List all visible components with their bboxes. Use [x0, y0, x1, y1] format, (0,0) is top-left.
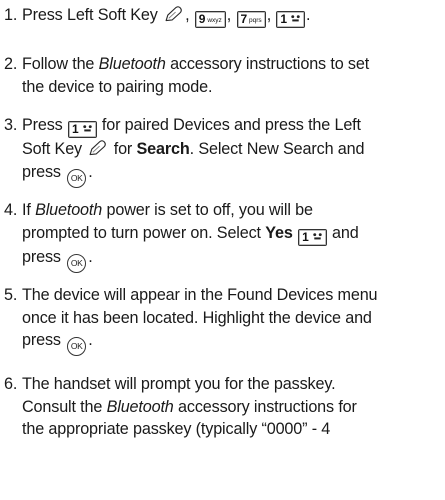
- step-2: 2. Follow the Bluetooth accessory instru…: [4, 53, 436, 98]
- emphasis-bluetooth: Bluetooth: [106, 397, 174, 416]
- step-text: Press: [22, 116, 63, 134]
- key-1-icon: 1: [298, 228, 327, 246]
- step-text: the device to pairing mode.: [22, 77, 213, 96]
- step-number: 2.: [4, 55, 18, 73]
- step-text: The device will appear in the Found Devi…: [22, 286, 378, 304]
- step-text: accessory instructions to set: [170, 55, 370, 73]
- ok-key-icon: OK: [67, 168, 87, 188]
- voicemail-icon: [290, 14, 301, 23]
- separator: ,: [266, 6, 272, 24]
- step-text: If: [22, 201, 31, 219]
- step-5: 5. The device will appear in the Found D…: [4, 284, 436, 356]
- step-end: .: [305, 6, 311, 24]
- step-text: power is set to off, you will be: [106, 201, 313, 219]
- step-text: press: [22, 247, 61, 266]
- step-number: 4.: [4, 201, 18, 219]
- step-text: press: [22, 331, 61, 349]
- emphasis-yes: Yes: [265, 223, 293, 242]
- instruction-page: 1. Press Left Soft Key , 9 wxyz, 7 pqrs, 1…: [0, 0, 445, 500]
- step-number: 6.: [4, 375, 18, 393]
- step-end: .: [88, 331, 93, 349]
- key-label: 1: [280, 12, 287, 26]
- key-sub-label: wxyz: [207, 17, 222, 24]
- step-text: Press Left Soft Key: [22, 6, 158, 24]
- step-text: Consult the: [22, 397, 103, 416]
- emphasis-bluetooth: Bluetooth: [98, 55, 166, 73]
- voicemail-icon: [82, 124, 93, 133]
- ok-key-icon: OK: [67, 253, 87, 273]
- key-label: 7: [240, 12, 248, 26]
- step-1: 1. Press Left Soft Key , 9 wxyz, 7 pqrs, 1…: [4, 4, 436, 28]
- voicemail-icon: [312, 232, 323, 241]
- step-4: 4. If Bluetooth power is set to off, you…: [4, 199, 436, 273]
- step-number: 5.: [4, 286, 18, 304]
- step-text: The handset will prompt you for the pass…: [22, 375, 336, 393]
- step-end: .: [88, 247, 93, 266]
- step-number: 3.: [4, 116, 18, 134]
- step-text: press: [22, 162, 61, 181]
- key-label: 1: [72, 122, 79, 136]
- step-text: for: [113, 140, 133, 158]
- emphasis-search: Search: [136, 140, 190, 158]
- key-7-icon: 7 pqrs: [236, 11, 266, 28]
- step-text: and: [331, 223, 359, 242]
- key-label: 9: [198, 12, 206, 26]
- left-soft-key-icon: [164, 6, 183, 23]
- separator: ,: [226, 6, 232, 24]
- key-9-icon: 9 wxyz: [194, 11, 226, 28]
- step-text: Soft Key: [22, 140, 82, 158]
- key-1-icon: 1: [276, 11, 305, 28]
- ok-key-icon: OK: [67, 337, 87, 356]
- separator: ,: [185, 6, 190, 24]
- step-number: 1.: [4, 6, 18, 24]
- key-1-icon: 1: [68, 121, 97, 138]
- step-text: prompted to turn power on. Select: [22, 223, 261, 242]
- step-end: .: [88, 162, 93, 181]
- step-3: 3. Press 1 for paired Devices and press …: [4, 114, 436, 188]
- step-text: for paired Devices and press the Left: [101, 116, 361, 134]
- key-label: 1: [302, 229, 309, 244]
- key-sub-label: pqrs: [249, 17, 262, 24]
- step-6: 6. The handset will prompt you for the p…: [4, 373, 436, 441]
- left-soft-key-icon: [88, 140, 107, 157]
- step-text: Follow the: [22, 55, 95, 73]
- step-text: . Select New Search and: [189, 140, 365, 158]
- step-text: accessory instructions for: [178, 397, 357, 416]
- emphasis-bluetooth: Bluetooth: [35, 201, 103, 219]
- step-text: the appropriate passkey (typically “0000…: [22, 420, 331, 438]
- step-text: once it has been located. Highlight the …: [22, 308, 372, 327]
